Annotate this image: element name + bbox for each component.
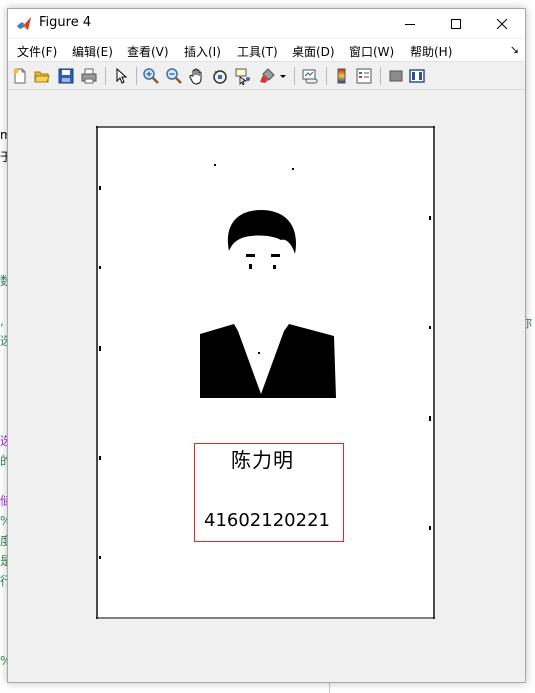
menu-file[interactable]: 文件(F) (17, 43, 57, 60)
figure-canvas[interactable]: 陈力明 41602120221 (8, 90, 525, 682)
chevron-down-icon[interactable] (278, 67, 288, 85)
menu-view[interactable]: 查看(V) (127, 43, 169, 60)
figure-toolbar (8, 61, 525, 90)
toolbar-separator (326, 67, 327, 85)
brush-icon[interactable] (258, 67, 276, 85)
menu-edit[interactable]: 编辑(E) (72, 43, 113, 60)
toolbar-separator (380, 67, 381, 85)
toolbar-separator (105, 67, 106, 85)
data-cursor-icon[interactable] (234, 67, 252, 86)
recognized-name-text: 陈力明 (231, 448, 294, 472)
new-figure-icon[interactable] (11, 67, 29, 85)
recognized-id-number-text: 41602120221 (204, 510, 330, 531)
menu-desktop[interactable]: 桌面(D) (292, 43, 335, 60)
window-title: Figure 4 (39, 15, 92, 30)
colorbar-icon[interactable] (333, 67, 351, 85)
zoom-in-icon[interactable] (142, 67, 160, 85)
close-button[interactable] (479, 9, 525, 38)
menu-tools[interactable]: 工具(T) (237, 43, 278, 60)
bg-fragment: , (0, 314, 4, 328)
pan-icon[interactable] (188, 67, 206, 85)
save-icon[interactable] (57, 67, 75, 85)
menu-window[interactable]: 窗口(W) (349, 43, 394, 60)
id-photo-image (96, 126, 435, 619)
print-icon[interactable] (80, 67, 98, 85)
zoom-out-icon[interactable] (165, 67, 183, 85)
hide-plot-tools-icon[interactable] (387, 67, 405, 85)
menu-bar: 文件(F) 编辑(E) 查看(V) 插入(I) 工具(T) 桌面(D) 窗口(W… (8, 39, 525, 61)
title-bar[interactable]: Figure 4 (8, 9, 525, 38)
figure-window: Figure 4 文件(F) 编辑(E) 查看(V) 插入(I) 工具(T) 桌… (7, 8, 526, 683)
legend-icon[interactable] (355, 67, 373, 85)
pointer-icon[interactable] (112, 67, 130, 85)
minimize-button[interactable] (387, 9, 433, 38)
open-icon[interactable] (33, 67, 51, 85)
toolbar-separator (136, 67, 137, 85)
binarized-id-photo: 陈力明 41602120221 (96, 126, 435, 619)
maximize-button[interactable] (433, 9, 479, 38)
show-plot-tools-icon[interactable] (408, 67, 426, 85)
text-region-box: 陈力明 41602120221 (194, 443, 344, 542)
link-plot-icon[interactable] (301, 67, 319, 85)
menu-insert[interactable]: 插入(I) (184, 43, 221, 60)
menu-overflow-icon[interactable]: ↘ (510, 43, 519, 56)
rotate-3d-icon[interactable] (211, 67, 229, 85)
toolbar-separator (294, 67, 295, 85)
matlab-logo-icon (16, 16, 32, 32)
menu-help[interactable]: 帮助(H) (410, 43, 452, 60)
